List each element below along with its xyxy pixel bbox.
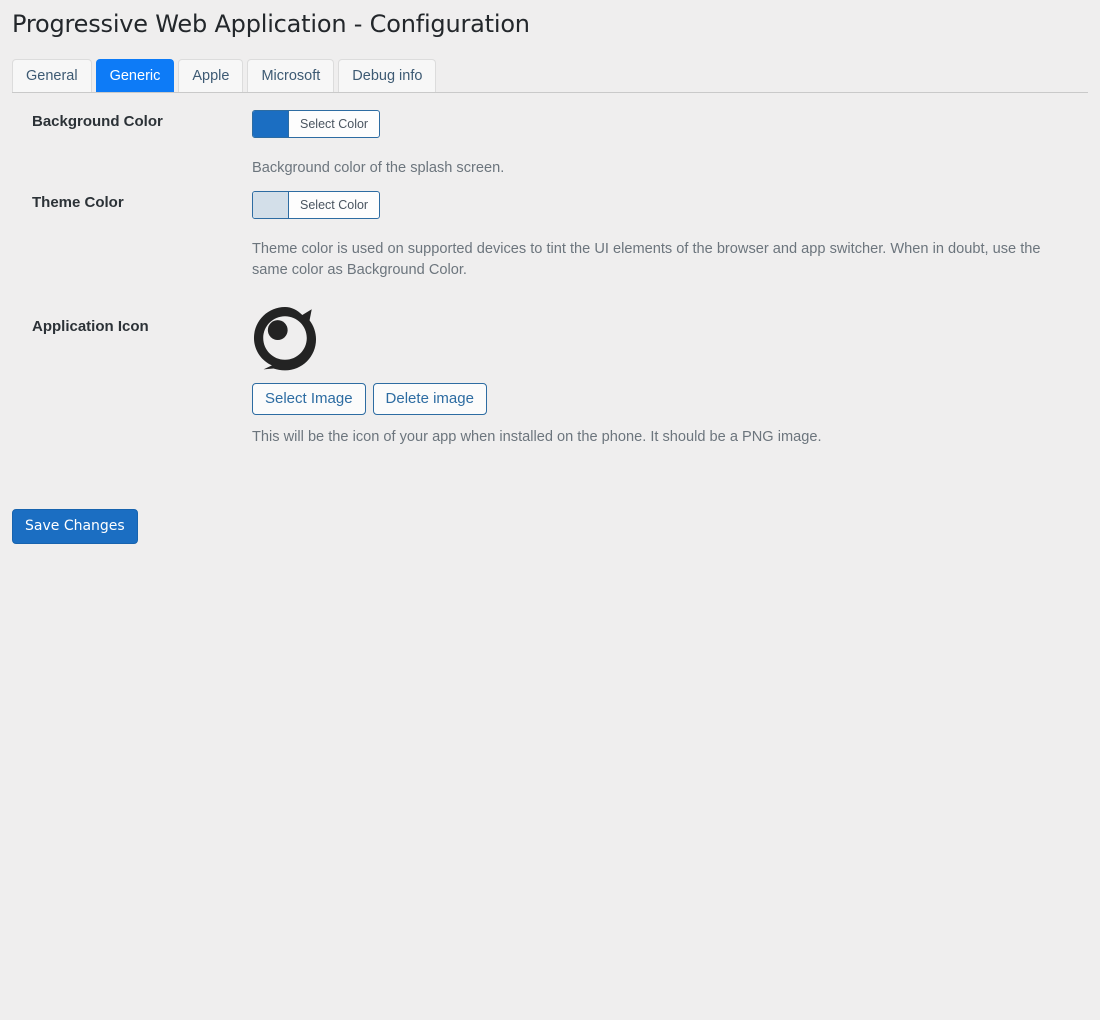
background-color-field: Select Color Background color of the spl… bbox=[220, 110, 1100, 179]
theme-color-swatch[interactable] bbox=[253, 192, 289, 218]
form-row-background-color: Background Color Select Color Background… bbox=[0, 110, 1100, 191]
save-changes-button[interactable]: Save Changes bbox=[12, 509, 138, 544]
theme-color-label: Theme Color bbox=[32, 194, 124, 211]
tab-microsoft[interactable]: Microsoft bbox=[247, 59, 335, 92]
page-title: Progressive Web Application - Configurat… bbox=[12, 10, 530, 38]
background-color-swatch[interactable] bbox=[253, 111, 289, 137]
tab-debug-info[interactable]: Debug info bbox=[338, 59, 437, 92]
form-row-application-icon: Application Icon Select Image Delete ima… bbox=[0, 293, 1100, 448]
background-color-label: Background Color bbox=[32, 113, 163, 130]
background-color-select-label: Select Color bbox=[300, 117, 369, 131]
application-icon-label: Application Icon bbox=[32, 318, 149, 335]
theme-color-help: Theme color is used on supported devices… bbox=[252, 241, 1041, 278]
tab-generic[interactable]: Generic bbox=[95, 59, 175, 92]
tab-apple[interactable]: Apple bbox=[178, 59, 244, 92]
delete-image-button[interactable]: Delete image bbox=[372, 383, 487, 415]
tab-general[interactable]: General bbox=[12, 59, 92, 92]
configuration-form: Background Color Select Color Background… bbox=[0, 110, 1100, 448]
form-row-theme-color: Theme Color Select Color Theme color is … bbox=[0, 191, 1100, 293]
theme-color-field: Select Color Theme color is used on supp… bbox=[220, 191, 1100, 280]
background-color-picker[interactable]: Select Color bbox=[252, 110, 381, 138]
theme-color-select-label: Select Color bbox=[300, 198, 369, 212]
application-icon-help: This will be the icon of your app when i… bbox=[252, 429, 822, 445]
tab-list: General Generic Apple Microsoft Debug in… bbox=[12, 59, 1088, 92]
select-image-button[interactable]: Select Image bbox=[252, 383, 366, 415]
tab-strip: General Generic Apple Microsoft Debug in… bbox=[12, 59, 1088, 93]
application-icon-buttons: Select Image Delete image bbox=[252, 383, 1100, 415]
background-color-help: Background color of the splash screen. bbox=[252, 160, 505, 176]
application-icon-field: Select Image Delete image This will be t… bbox=[220, 293, 1100, 448]
theme-color-picker[interactable]: Select Color bbox=[252, 191, 381, 219]
app-logo-ring-icon bbox=[253, 306, 317, 371]
